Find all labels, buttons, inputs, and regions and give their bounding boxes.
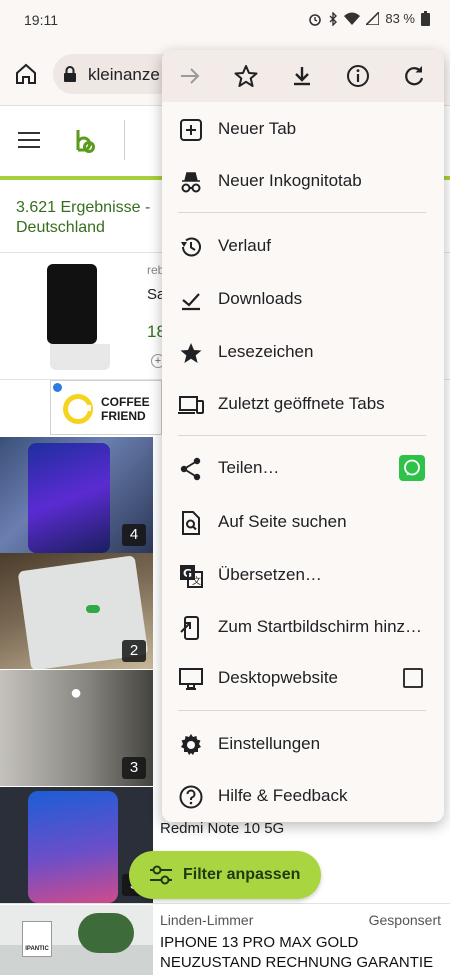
find-in-page-icon — [182, 511, 200, 535]
menu-item-new-tab[interactable]: Neuer Tab — [162, 103, 444, 155]
listing-image — [47, 264, 97, 344]
share-icon — [180, 457, 201, 481]
menu-item-recent-tabs[interactable]: Zuletzt geöffnete Tabs — [162, 378, 444, 430]
battery-icon — [421, 11, 430, 26]
phone-screen-image — [28, 443, 110, 553]
download-icon[interactable] — [289, 63, 315, 89]
ad-info-icon[interactable] — [53, 383, 62, 392]
menu-divider — [178, 710, 426, 711]
reload-icon[interactable] — [401, 63, 427, 89]
hamburger-menu-icon[interactable] — [18, 132, 40, 153]
menu-item-help-feedback[interactable]: Hilfe & Feedback — [162, 770, 444, 822]
battery-percent: 83 % — [385, 11, 415, 26]
page-info-icon[interactable] — [345, 63, 371, 89]
listing-thumbnail[interactable]: 2 — [0, 553, 153, 669]
filter-button-label: Filter anpassen — [183, 866, 301, 883]
home-icon[interactable] — [14, 62, 38, 86]
menu-divider — [178, 212, 426, 213]
menu-item-label: Übersetzen… — [218, 565, 322, 584]
sponsored-label: Gesponsert — [368, 912, 441, 928]
lock-icon — [64, 66, 76, 82]
menu-item-desktop-site[interactable]: Desktopwebsite — [162, 652, 444, 704]
listing-thumbnail[interactable]: 4 — [0, 437, 153, 553]
listing-thumbnail[interactable]: 3 — [0, 787, 153, 903]
incognito-icon — [181, 172, 201, 193]
menu-item-settings[interactable]: Einstellungen — [162, 718, 444, 770]
ad-brand: COFFEE FRIEND — [101, 395, 150, 423]
menu-toolbar — [162, 50, 444, 102]
menu-item-label: Zuletzt geöffnete Tabs — [218, 394, 385, 413]
recent-tabs-icon — [178, 396, 204, 414]
menu-item-label: Zum Startbildschirm hinz… — [218, 617, 423, 636]
apple-logo-icon: ● — [70, 682, 83, 704]
desktop-site-checkbox[interactable] — [403, 668, 423, 688]
menu-item-label: Einstellungen — [218, 734, 321, 753]
phone-screen-image — [28, 791, 118, 903]
whatsapp-icon[interactable] — [399, 455, 425, 481]
listing-thumbnail[interactable]: ● 3 — [0, 670, 153, 786]
wifi-icon — [344, 12, 361, 25]
history-icon — [181, 237, 201, 257]
status-time: 19:11 — [24, 12, 58, 28]
menu-item-downloads[interactable]: Downloads — [162, 273, 444, 325]
status-bar: 19:11 83 % — [0, 0, 450, 40]
menu-item-label: Lesezeichen — [218, 342, 314, 361]
star-icon — [180, 343, 202, 363]
signal-icon — [366, 12, 380, 25]
toggle-image — [86, 605, 100, 613]
ad-banner[interactable]: COFFEE FRIEND — [50, 380, 162, 435]
header-divider — [124, 120, 125, 160]
menu-item-label: Auf Seite suchen — [218, 512, 347, 531]
ad-brand-line1: COFFEE — [101, 395, 150, 409]
store-logo: IPANTIC — [22, 921, 52, 957]
listing-thumbnail[interactable]: IPANTIC — [0, 905, 153, 975]
filter-sliders-icon — [150, 865, 172, 885]
desktop-icon — [179, 668, 203, 690]
image-count-badge: 4 — [122, 524, 146, 546]
menu-item-label: Desktopwebsite — [218, 668, 339, 687]
bookmark-star-icon[interactable] — [233, 63, 259, 89]
menu-item-label: Teilen… — [218, 458, 280, 477]
listing-title[interactable]: Redmi Note 10 5G — [160, 820, 284, 837]
settings-icon — [181, 734, 201, 755]
coffee-friend-logo-icon — [63, 394, 93, 424]
forward-icon[interactable] — [177, 63, 203, 89]
image-count-badge: 2 — [122, 640, 146, 662]
menu-item-history[interactable]: Verlauf — [162, 220, 444, 272]
add-to-home-icon — [180, 616, 199, 640]
bluetooth-icon — [329, 11, 338, 26]
help-icon — [179, 785, 203, 809]
filter-button[interactable]: Filter anpassen — [129, 851, 321, 899]
menu-item-label: Verlauf — [218, 236, 271, 255]
listing-location: Linden-Limmer — [160, 912, 254, 928]
browser-overflow-menu: Neuer Tab Neuer Inkognitotab Verlauf Dow… — [162, 50, 444, 822]
image-count-badge: 3 — [122, 757, 146, 779]
listing-title: IPHONE 13 PRO MAX GOLD NEUZUSTAND RECHNU… — [160, 934, 434, 971]
divider — [0, 903, 450, 904]
menu-item-share[interactable]: Teilen… — [162, 442, 444, 494]
menu-divider — [178, 435, 426, 436]
menu-item-new-incognito-tab[interactable]: Neuer Inkognitotab — [162, 155, 444, 207]
menu-item-label: Neuer Tab — [218, 119, 297, 138]
menu-item-translate[interactable]: G文 Übersetzen… — [162, 549, 444, 601]
new-tab-icon — [180, 119, 202, 141]
menu-item-bookmarks[interactable]: Lesezeichen — [162, 326, 444, 378]
menu-item-label: Downloads — [218, 289, 303, 308]
ad-brand-line2: FRIEND — [101, 409, 146, 423]
url-text: kleinanze — [88, 65, 160, 84]
menu-item-add-to-home-screen[interactable]: Zum Startbildschirm hinz… — [162, 601, 444, 653]
listing-image-stand — [50, 344, 110, 370]
kleinanzeigen-logo-icon[interactable] — [74, 128, 96, 154]
plant-image — [78, 913, 134, 953]
svg-text:文: 文 — [192, 575, 201, 587]
status-icons: 83 % — [308, 11, 430, 26]
menu-item-find-in-page[interactable]: Auf Seite suchen — [162, 496, 444, 548]
results-count: 3.621 Ergebnisse - Deutschland — [16, 199, 151, 236]
menu-item-label: Hilfe & Feedback — [218, 786, 348, 805]
downloads-icon — [182, 293, 200, 311]
menu-item-label: Neuer Inkognitotab — [218, 171, 362, 190]
alarm-icon — [309, 13, 322, 26]
translate-icon: G文 — [180, 565, 203, 588]
